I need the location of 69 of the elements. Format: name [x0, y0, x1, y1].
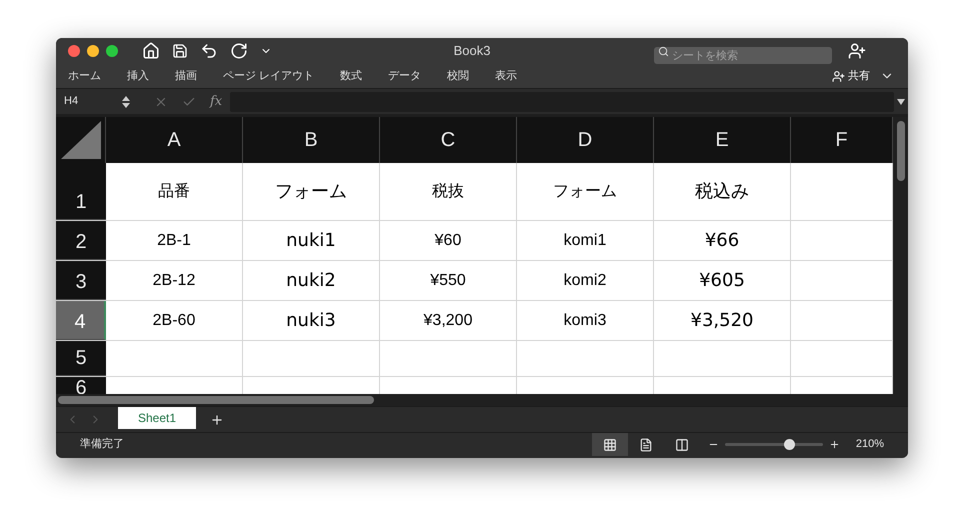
share-button[interactable]: 共有 — [832, 68, 870, 84]
home-icon[interactable] — [142, 42, 160, 60]
status-text: 準備完了 — [80, 436, 124, 452]
zoom-slider[interactable] — [724, 438, 823, 450]
cell-text: 2B-12 — [152, 270, 196, 290]
undo-icon[interactable] — [200, 42, 218, 60]
horizontal-scrollbar[interactable] — [58, 396, 374, 404]
columns-icon — [674, 438, 689, 452]
ribbon-tab[interactable]: ホーム — [68, 68, 101, 84]
search-field[interactable]: シートを検索 — [654, 47, 832, 64]
cell-text: komi1 — [564, 230, 606, 250]
cell-text: ¥3,520 — [690, 309, 754, 333]
redo-icon[interactable] — [230, 42, 248, 60]
person-add-icon — [832, 70, 845, 82]
person-icon[interactable] — [848, 42, 866, 60]
zoom-in-icon[interactable] — [828, 439, 840, 450]
column-header[interactable]: C — [380, 117, 517, 163]
name-box[interactable]: H4 — [56, 90, 138, 112]
minimize-icon[interactable] — [87, 45, 99, 57]
row-header[interactable]: 6 — [56, 377, 106, 394]
add-sheet-icon[interactable] — [210, 412, 224, 426]
zoom-reading[interactable]: 210% — [856, 436, 884, 453]
cell-text: nuki2 — [286, 269, 336, 293]
column-header[interactable]: D — [517, 117, 654, 163]
ribbon-tab[interactable]: 挿入 — [127, 68, 149, 84]
column-header[interactable]: E — [654, 117, 791, 163]
cell-text: ¥550 — [430, 270, 466, 290]
cell-text: フォーム — [553, 182, 617, 202]
maximize-icon[interactable] — [106, 45, 118, 57]
slider-thumb[interactable] — [784, 439, 795, 450]
cell-text: ¥66 — [704, 229, 740, 253]
view-button[interactable] — [592, 433, 628, 456]
ribbon-tab[interactable]: 描画 — [175, 68, 197, 84]
cell-text: ¥3,200 — [424, 310, 472, 330]
stepper-icon[interactable] — [122, 94, 130, 108]
ribbon-tab[interactable]: データ — [388, 68, 422, 84]
row-header[interactable]: 5 — [56, 341, 106, 376]
row-header[interactable]: 3 — [56, 261, 106, 300]
cell-text: 品番 — [158, 182, 190, 202]
grid-icon — [602, 438, 617, 452]
cell-text: 税抜 — [432, 182, 464, 202]
cell-text: 2B-60 — [152, 310, 196, 330]
row-header[interactable]: 2 — [56, 221, 106, 260]
cell-text: 税込み — [695, 180, 749, 204]
sheet-tab[interactable]: Sheet1 — [118, 406, 196, 428]
search-icon — [658, 46, 669, 56]
row-header[interactable]: 1 — [56, 163, 106, 220]
cell-text: nuki1 — [286, 229, 336, 253]
ribbon-tab[interactable]: 表示 — [495, 68, 518, 84]
column-header[interactable]: A — [106, 117, 243, 163]
page-icon — [638, 438, 653, 452]
ribbon-tab[interactable]: 校閲 — [447, 68, 470, 84]
cell-text: komi3 — [564, 310, 606, 330]
function-button[interactable]: fx — [210, 92, 222, 112]
ribbon-tab[interactable]: ページ レイアウト — [223, 68, 314, 84]
window-title: Book3 — [452, 42, 492, 60]
cell-text: ¥60 — [434, 230, 462, 250]
column-header[interactable]: B — [243, 117, 380, 163]
expand-icon[interactable] — [897, 98, 905, 104]
ribbon-tab[interactable]: 数式 — [340, 68, 362, 84]
cell-text: komi2 — [564, 270, 606, 290]
cell-text: フォーム — [275, 180, 347, 204]
save-icon[interactable] — [172, 43, 188, 59]
row-header[interactable]: 4 — [56, 301, 106, 340]
cell-text: nuki3 — [286, 309, 336, 333]
vertical-scrollbar[interactable] — [896, 121, 904, 181]
cell-text: ¥605 — [699, 269, 745, 293]
close-icon[interactable] — [68, 45, 80, 57]
cell-text: 2B-1 — [157, 230, 191, 250]
